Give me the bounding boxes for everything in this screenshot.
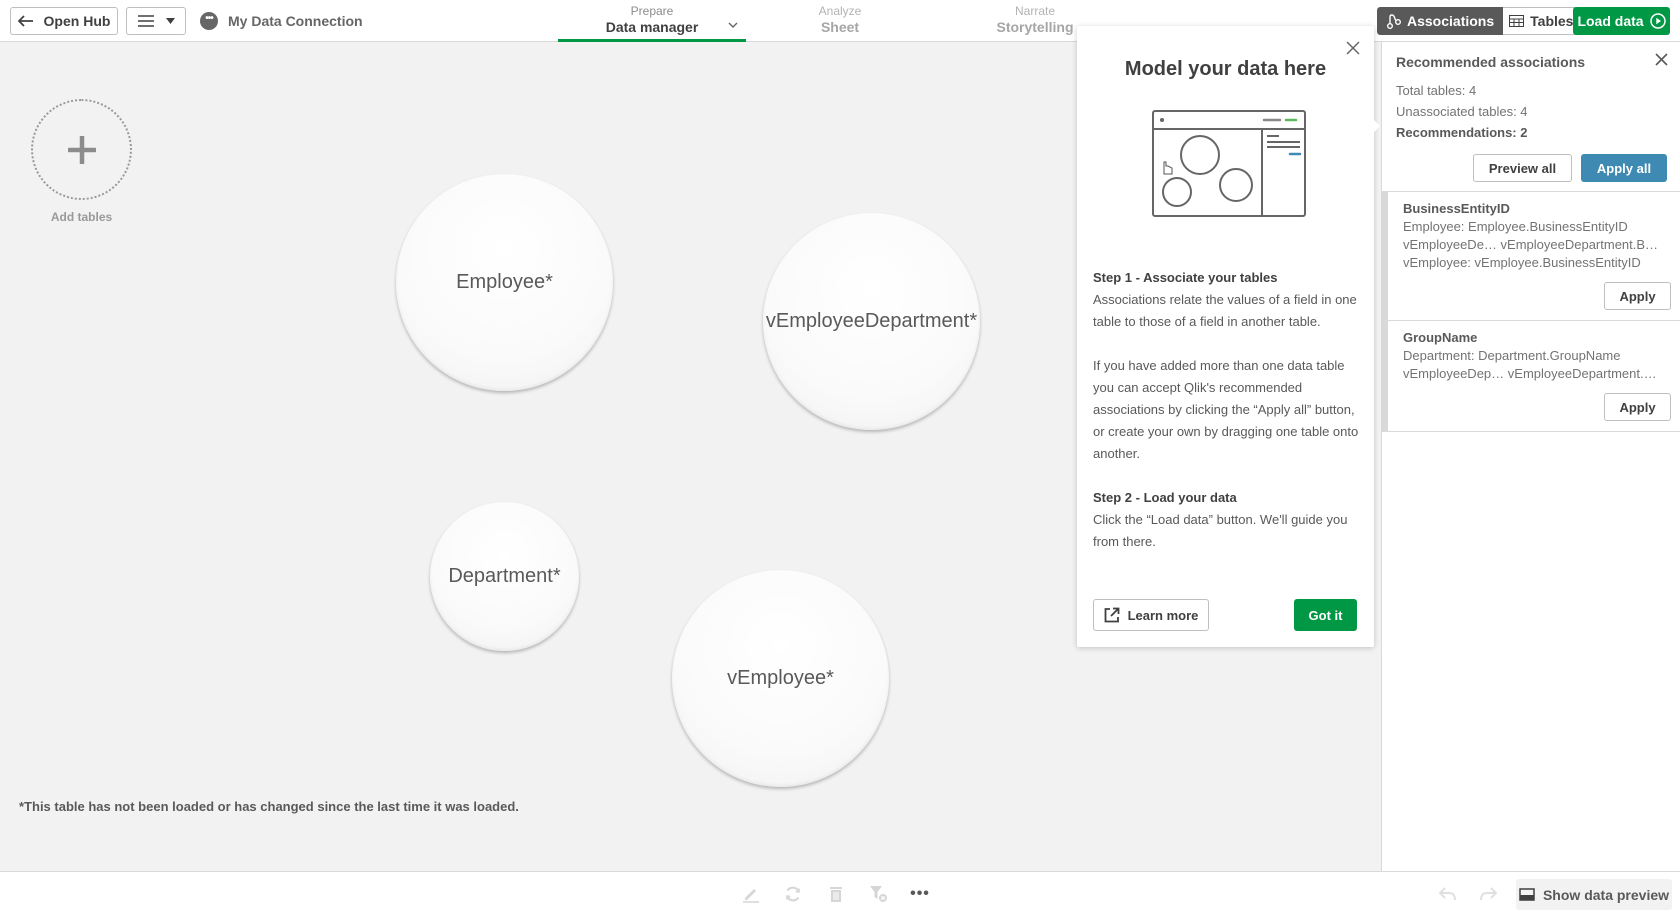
more-options-icon[interactable]: ••• bbox=[909, 883, 931, 905]
apply-recommendation-button[interactable]: Apply bbox=[1604, 282, 1671, 310]
data-connection[interactable]: ••• My Data Connection bbox=[200, 12, 363, 30]
table-bubble-vemployeedepartment[interactable]: vEmployeeDepartment* bbox=[763, 213, 980, 430]
edit-icon[interactable] bbox=[740, 883, 762, 905]
recommendation-line: Employee: Employee.BusinessEntityID bbox=[1403, 219, 1628, 234]
associations-label: Associations bbox=[1407, 13, 1495, 29]
table-icon bbox=[1509, 15, 1525, 27]
step2-text: Click the “Load data” button. We'll guid… bbox=[1093, 512, 1348, 549]
step1-text: Associations relate the values of a fiel… bbox=[1093, 292, 1357, 329]
tab-narrate-label: Narrate bbox=[1014, 4, 1055, 18]
caret-down-icon bbox=[165, 18, 175, 24]
open-hub-label: Open Hub bbox=[43, 13, 111, 29]
recommendation-line: vEmployee: vEmployee.BusinessEntityID bbox=[1403, 255, 1641, 270]
panel-title: Recommended associations bbox=[1396, 54, 1586, 70]
undo-icon[interactable] bbox=[1437, 883, 1459, 905]
plus-icon bbox=[67, 135, 96, 164]
apply-all-button[interactable]: Apply all bbox=[1581, 154, 1667, 182]
chevron-down-icon[interactable] bbox=[728, 22, 738, 28]
show-data-preview-label: Show data preview bbox=[1542, 886, 1670, 903]
table-bubble-vemployee[interactable]: vEmployee* bbox=[672, 570, 889, 787]
model-your-data-dialog: Model your data here Step 1 - Associate … bbox=[1077, 26, 1380, 647]
recommendation-line: Department: Department.GroupName bbox=[1403, 348, 1621, 363]
apply-recommendation-button[interactable]: Apply bbox=[1604, 393, 1671, 421]
total-tables-stat: Total tables: 4 bbox=[1396, 83, 1477, 98]
hamburger-icon bbox=[137, 15, 154, 27]
tab-analyze-label: Analyze bbox=[818, 4, 862, 18]
unloaded-footnote: *This table has not been loaded or has c… bbox=[19, 799, 519, 814]
step2-heading: Step 2 - Load your data bbox=[1093, 490, 1237, 505]
top-bar: Open Hub ••• My Data Connection Prepare … bbox=[0, 0, 1680, 42]
load-data-button[interactable]: Load data bbox=[1573, 7, 1670, 35]
data-model-illustration bbox=[1152, 110, 1306, 217]
load-data-label: Load data bbox=[1577, 13, 1644, 29]
popup-pointer bbox=[1372, 118, 1380, 134]
close-icon[interactable] bbox=[1655, 50, 1668, 71]
tab-analyze-sheet[interactable]: Analyze Sheet bbox=[790, 0, 890, 42]
filter-clear-icon[interactable] bbox=[868, 883, 890, 905]
close-icon[interactable] bbox=[1346, 39, 1360, 60]
bottom-toolbar: ••• Show data preview bbox=[0, 871, 1680, 916]
recommended-associations-panel: Recommended associations Total tables: 4… bbox=[1381, 42, 1680, 871]
recommendation-field: GroupName bbox=[1403, 330, 1478, 345]
recommendation-item[interactable]: BusinessEntityID Employee: Employee.Busi… bbox=[1382, 192, 1680, 321]
recommendation-item[interactable]: GroupName Department: Department.GroupNa… bbox=[1382, 321, 1680, 432]
connection-name: My Data Connection bbox=[228, 13, 363, 29]
table-name: Department* bbox=[448, 565, 561, 587]
associations-icon bbox=[1387, 14, 1401, 29]
recommendations-stat: Recommendations: 2 bbox=[1396, 125, 1528, 140]
arrow-left-icon bbox=[17, 15, 33, 27]
tables-label: Tables bbox=[1530, 13, 1574, 29]
tab-data-manager-label: Data manager bbox=[605, 19, 699, 35]
got-it-button[interactable]: Got it bbox=[1294, 599, 1357, 631]
table-bubble-department[interactable]: Department* bbox=[430, 502, 579, 651]
tab-sheet-label: Sheet bbox=[820, 19, 860, 35]
show-data-preview-button[interactable]: Show data preview bbox=[1516, 879, 1672, 910]
more-circle-icon: ••• bbox=[200, 12, 218, 30]
add-tables-label: Add tables bbox=[50, 210, 113, 224]
open-hub-button[interactable]: Open Hub bbox=[10, 7, 118, 35]
unassociated-tables-stat: Unassociated tables: 4 bbox=[1396, 104, 1528, 119]
learn-more-button[interactable]: Learn more bbox=[1093, 599, 1209, 631]
associations-view-button[interactable]: Associations bbox=[1377, 7, 1504, 35]
step1-text-2: If you have added more than one data tab… bbox=[1093, 358, 1359, 461]
recommendation-field: BusinessEntityID bbox=[1403, 201, 1510, 216]
table-name: Employee* bbox=[456, 271, 553, 293]
dialog-body: Step 1 - Associate your tables Associati… bbox=[1093, 267, 1363, 575]
preview-all-button[interactable]: Preview all bbox=[1473, 154, 1572, 182]
tab-prepare-data-manager[interactable]: Prepare Data manager bbox=[558, 0, 746, 42]
add-tables-button[interactable] bbox=[31, 99, 132, 200]
learn-more-label: Learn more bbox=[1127, 607, 1199, 623]
refresh-icon[interactable] bbox=[782, 883, 804, 905]
recommendation-list: BusinessEntityID Employee: Employee.Busi… bbox=[1382, 191, 1680, 432]
global-menu-button[interactable] bbox=[126, 7, 186, 35]
table-name: vEmployee* bbox=[727, 667, 834, 689]
table-name: vEmployeeDepartment* bbox=[765, 310, 978, 332]
recommendation-line: vEmployeeDe… vEmployeeDepartment.B… bbox=[1403, 237, 1659, 252]
recommendation-line: vEmployeeDep… vEmployeeDepartment.… bbox=[1403, 366, 1657, 381]
data-preview-icon bbox=[1519, 888, 1535, 901]
dialog-title: Model your data here bbox=[1124, 58, 1327, 80]
play-circle-icon bbox=[1649, 13, 1666, 29]
table-bubble-employee[interactable]: Employee* bbox=[396, 174, 613, 391]
external-link-icon bbox=[1104, 607, 1119, 623]
redo-icon[interactable] bbox=[1477, 883, 1499, 905]
view-toggle: Associations Tables bbox=[1377, 7, 1585, 35]
delete-icon[interactable] bbox=[825, 883, 847, 905]
tab-prepare-label: Prepare bbox=[630, 4, 674, 18]
step1-heading: Step 1 - Associate your tables bbox=[1093, 270, 1278, 285]
